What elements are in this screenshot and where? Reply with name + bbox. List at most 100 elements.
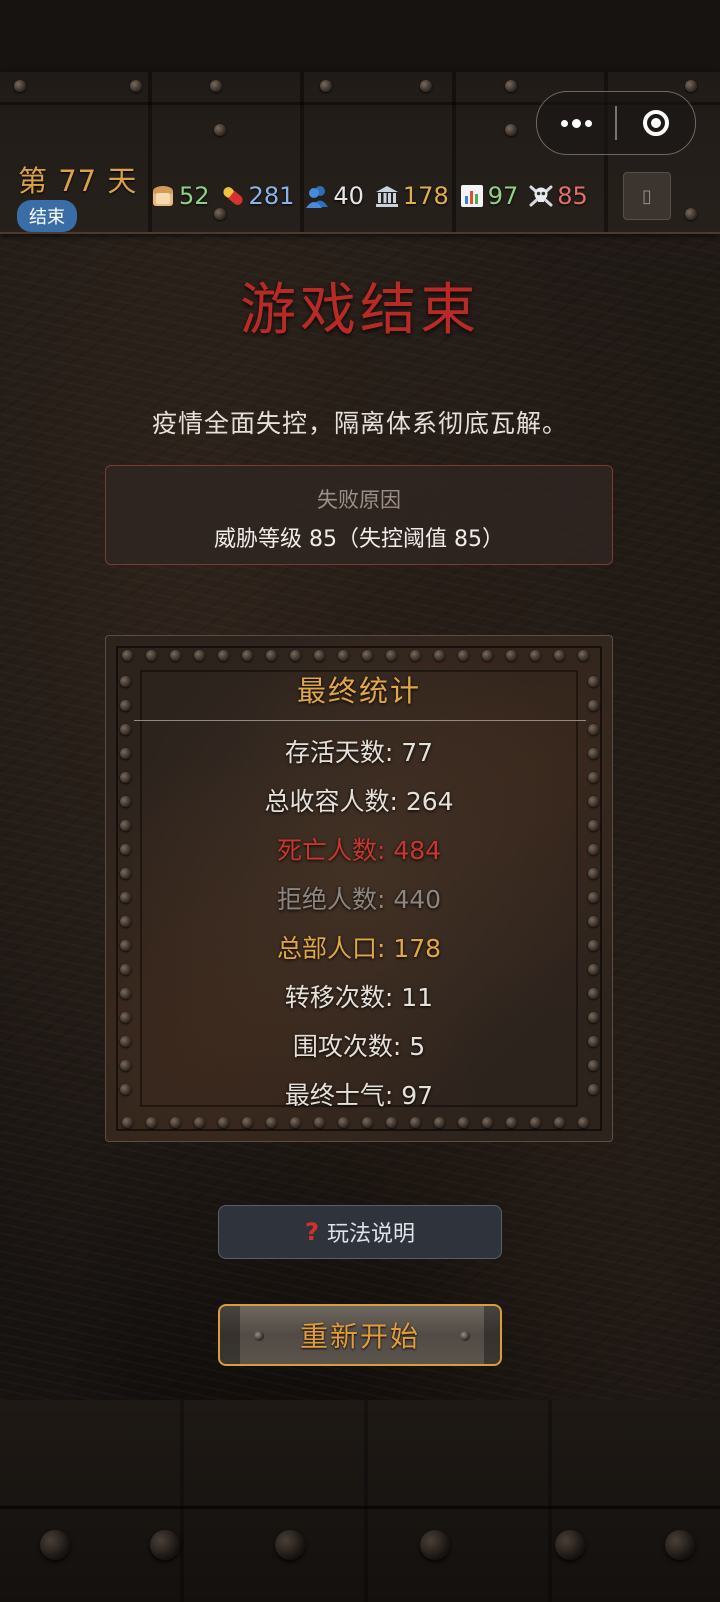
rivet: [146, 650, 157, 661]
stat-rejected: 拒绝人数: 440: [276, 885, 442, 914]
rivet: [434, 650, 445, 661]
rivet: [506, 1117, 517, 1128]
rivet: [588, 868, 599, 879]
status-strip: [0, 0, 720, 72]
stat-value: 97: [487, 182, 519, 210]
rivet: [665, 1530, 695, 1560]
rivet: [386, 1117, 397, 1128]
rivet: [460, 1331, 470, 1341]
miniprogram-capsule: [536, 91, 696, 155]
failure-reason-text: 威胁等级 85（失控阈值 85）: [214, 527, 504, 552]
failure-reason-box: 失败原因 威胁等级 85（失控阈值 85）: [105, 465, 613, 565]
rivet: [482, 650, 493, 661]
help-button-label: 玩法说明: [326, 1222, 415, 1247]
rivet: [530, 650, 541, 661]
rivet: [266, 650, 277, 661]
rivet: [130, 80, 142, 92]
rivet: [505, 80, 517, 92]
rivet: [458, 1117, 469, 1128]
rivet: [386, 650, 397, 661]
help-button[interactable]: ? 玩法说明: [218, 1205, 502, 1259]
rivet: [170, 650, 181, 661]
rivet: [530, 1117, 541, 1128]
stat-value: 85: [557, 182, 588, 210]
rivet: [578, 650, 589, 661]
rivet: [314, 650, 325, 661]
stat-sieges: 围攻次数: 5: [292, 1032, 426, 1061]
rivet: [120, 868, 131, 879]
rivet: [420, 80, 432, 92]
stat-threat: 85: [528, 182, 588, 210]
rivet: [120, 820, 131, 831]
rivet: [120, 964, 131, 975]
resource-stats: 52 281 40 178 97 85: [150, 176, 588, 216]
bread-icon: [153, 186, 173, 206]
rivet: [410, 1117, 421, 1128]
rivet: [290, 650, 301, 661]
rivet: [210, 80, 222, 92]
game-over-screen: 第 77 天 结束 52 281 40 178 97 85 ▯ 游戏结束 疫情全…: [0, 0, 720, 1602]
divider: [134, 720, 586, 721]
rivet: [338, 1117, 349, 1128]
rivet: [320, 80, 332, 92]
final-stats-title: 最终统计: [296, 674, 421, 708]
stat-hq-population: 总部人口: 178: [276, 934, 442, 963]
stat-total-admitted: 总收容人数: 264: [264, 787, 454, 816]
game-over-message: 疫情全面失控，隔离体系彻底瓦解。: [151, 409, 568, 438]
rivet: [150, 1530, 180, 1560]
rivet: [40, 1530, 70, 1560]
bank-icon: [375, 186, 398, 207]
restart-button-label: 重新开始: [299, 1320, 420, 1353]
stat-transfers: 转移次数: 11: [284, 983, 434, 1012]
rivet: [362, 650, 373, 661]
bar-chart-icon: [460, 185, 483, 207]
day-counter: 第 77 天: [18, 164, 138, 198]
rivet: [214, 124, 226, 136]
rivet: [218, 650, 229, 661]
stat-value: 281: [248, 182, 295, 210]
question-mark-icon: ?: [305, 1218, 319, 1246]
rivet: [290, 1117, 301, 1128]
rivet: [242, 650, 253, 661]
failure-reason-title: 失败原因: [317, 488, 401, 512]
rivet: [588, 916, 599, 927]
stat-people: 40: [304, 182, 364, 210]
close-miniprogram-icon[interactable]: [617, 92, 695, 154]
rivet: [685, 80, 697, 92]
stat-days-survived: 存活天数: 77: [284, 738, 434, 767]
stat-value: 178: [402, 182, 449, 210]
rivet: [506, 650, 517, 661]
page-title: 游戏结束: [240, 278, 480, 343]
rivet: [314, 1117, 325, 1128]
stat-value: 40: [333, 182, 364, 210]
rivet: [194, 650, 205, 661]
people-icon: [306, 186, 329, 208]
pill-icon: [222, 187, 243, 205]
rivet: [242, 1117, 253, 1128]
rivet: [122, 1117, 133, 1128]
rivet: [578, 1117, 589, 1128]
rivet: [194, 1117, 205, 1128]
rivet: [362, 1117, 373, 1128]
skull-crossbones-icon: [529, 185, 553, 207]
plate-seam: [0, 1506, 720, 1509]
stat-final-morale: 最终士气: 97: [284, 1081, 434, 1110]
more-menu-icon[interactable]: [537, 92, 615, 154]
rivet: [218, 1117, 229, 1128]
rivet: [275, 1530, 305, 1560]
rivet: [420, 1530, 450, 1560]
stat-deaths: 死亡人数: 484: [276, 836, 442, 865]
final-stats-panel: 最终统计 存活天数: 77 总收容人数: 264 死亡人数: 484 拒绝人数:…: [105, 635, 613, 1142]
rivet: [434, 1117, 445, 1128]
stat-morale: 97: [459, 182, 519, 210]
stat-food: 52: [150, 182, 210, 210]
restart-button[interactable]: 重新开始: [218, 1304, 502, 1366]
status-badge: 结束: [17, 200, 77, 232]
rivet: [554, 650, 565, 661]
stat-headquarters: 178: [374, 182, 449, 210]
info-button[interactable]: ▯: [623, 172, 671, 220]
rivet: [554, 1117, 565, 1128]
rivet: [120, 916, 131, 927]
rivet: [555, 1530, 585, 1560]
stat-value: 52: [179, 182, 210, 210]
